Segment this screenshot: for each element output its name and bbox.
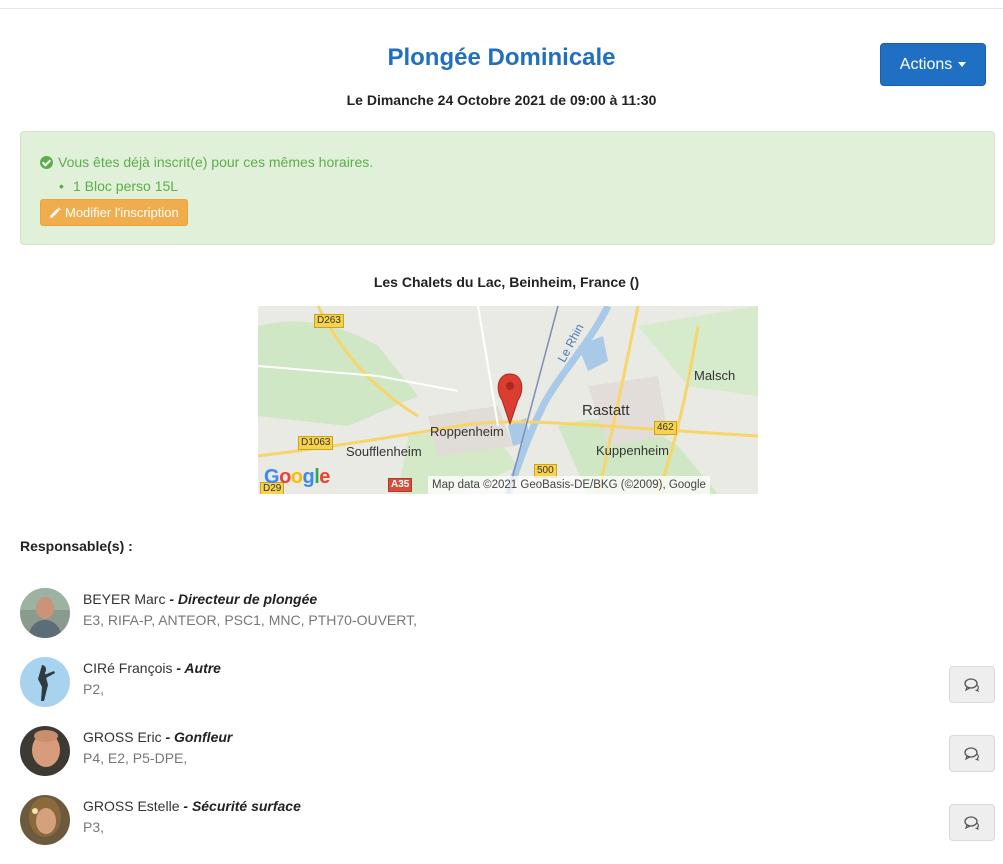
comments-icon <box>964 815 979 830</box>
date-time: de 09:00 à 11:30 <box>549 92 657 108</box>
responsable-name-line: BEYER Marc - Directeur de plongée <box>83 591 317 607</box>
map-label-malsch: Malsch <box>694 368 736 383</box>
road-badge-d263: D263 <box>314 314 344 328</box>
registration-alert: Vous êtes déjà inscrit(e) pour ces mêmes… <box>20 131 995 245</box>
responsables-heading: Responsable(s) : <box>20 538 133 554</box>
location-title: Les Chalets du Lac, Beinheim, France () <box>373 274 640 290</box>
alert-list-item: 1 Bloc perso 15L <box>59 178 178 194</box>
pencil-icon <box>50 206 61 218</box>
google-logo: Google <box>264 466 330 488</box>
map-background <box>258 306 758 494</box>
date-prefix: Le Dimanche <box>346 92 434 108</box>
responsable-qualifications: P4, E2, P5-DPE, <box>83 750 188 766</box>
responsable-role: - Sécurité surface <box>183 798 301 814</box>
message-button[interactable] <box>949 735 995 772</box>
check-circle-icon <box>40 155 53 169</box>
location-map[interactable]: Malsch Rastatt Roppenheim Soufflenheim K… <box>258 306 758 494</box>
responsable-row: GROSS Estelle - Sécurité surface P3, <box>20 795 995 849</box>
responsable-row: BEYER Marc - Directeur de plongée E3, RI… <box>20 588 995 642</box>
date-day: 24 Octobre 2021 <box>437 92 546 108</box>
responsable-role: - Autre <box>176 660 221 676</box>
responsable-name: CIRé François <box>83 660 173 676</box>
top-divider <box>0 8 1003 9</box>
message-button[interactable] <box>949 804 995 841</box>
map-label-roppenheim: Roppenheim <box>430 424 504 439</box>
actions-button-label: Actions <box>899 55 953 73</box>
responsable-qualifications: E3, RIFA-P, ANTEOR, PSC1, MNC, PTH70-OUV… <box>83 612 418 628</box>
page-title: Plongée Dominicale <box>387 44 616 71</box>
responsable-role: - Directeur de plongée <box>169 591 318 607</box>
avatar <box>20 588 70 638</box>
map-attribution: Map data ©2021 GeoBasis-DE/BKG (©2009), … <box>428 476 710 494</box>
modify-registration-button[interactable]: Modifier l'inscription <box>40 199 188 226</box>
responsable-qualifications: P2, <box>83 681 105 697</box>
map-label-soufflenheim: Soufflenheim <box>346 444 422 459</box>
road-badge-a35: A35 <box>388 478 413 492</box>
responsable-qualifications: P3, <box>83 819 105 835</box>
responsable-row: GROSS Eric - Gonfleur P4, E2, P5-DPE, <box>20 726 995 780</box>
event-date: Le Dimanche 24 Octobre 2021 de 09:00 à 1… <box>0 92 1003 108</box>
actions-button[interactable]: Actions <box>880 43 986 86</box>
avatar <box>20 726 70 776</box>
modify-registration-label: Modifier l'inscription <box>65 205 179 220</box>
caret-down-icon <box>958 62 967 67</box>
responsable-name: GROSS Eric <box>83 729 162 745</box>
responsable-role: - Gonfleur <box>165 729 233 745</box>
alert-message: Vous êtes déjà inscrit(e) pour ces mêmes… <box>58 154 374 170</box>
responsable-row: CIRé François - Autre P2, <box>20 657 995 711</box>
road-badge-462: 462 <box>654 421 677 435</box>
responsable-name-line: GROSS Estelle - Sécurité surface <box>83 798 301 814</box>
map-label-kuppenheim: Kuppenheim <box>596 443 669 458</box>
responsable-name-line: GROSS Eric - Gonfleur <box>83 729 232 745</box>
alert-message-row: Vous êtes déjà inscrit(e) pour ces mêmes… <box>40 154 373 170</box>
comments-icon <box>964 677 979 692</box>
message-button[interactable] <box>949 666 995 703</box>
responsable-name: BEYER Marc <box>83 591 166 607</box>
road-badge-d1063: D1063 <box>298 436 334 450</box>
avatar <box>20 795 70 845</box>
avatar <box>20 657 70 707</box>
responsable-name: GROSS Estelle <box>83 798 180 814</box>
map-label-rastatt: Rastatt <box>582 402 630 419</box>
responsable-name-line: CIRé François - Autre <box>83 660 221 676</box>
comments-icon <box>964 746 979 761</box>
